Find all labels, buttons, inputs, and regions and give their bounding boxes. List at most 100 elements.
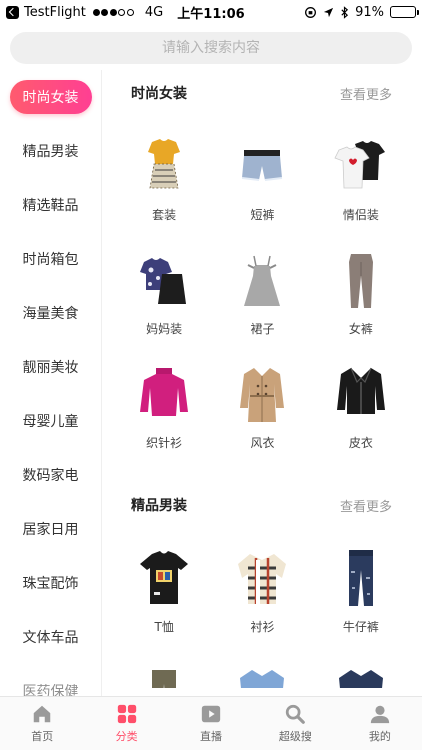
tab-label: 分类: [115, 730, 138, 743]
category-icon: [117, 704, 136, 724]
tab-home[interactable]: 首页: [0, 697, 84, 750]
sidebar-item-label: 珠宝配饰: [22, 576, 79, 592]
subcategory-label: 情侣装: [342, 208, 379, 222]
subcategory-grid-men-more: [103, 642, 422, 688]
mom-outfit-icon: [136, 250, 192, 310]
subcategory-label: 妈妈装: [146, 322, 183, 336]
status-right: 91%: [304, 4, 419, 20]
subcategory-label: 裙子: [250, 322, 275, 336]
sidebar-item-beauty[interactable]: 靓丽美妆: [0, 340, 101, 394]
sidebar-item-label: 文体车品: [22, 630, 79, 646]
sidebar-item-food[interactable]: 海量美食: [0, 286, 101, 340]
sidebar-item-sports-car[interactable]: 文体车品: [0, 610, 101, 664]
trousers-icon: [333, 250, 389, 310]
sidebar-item-jewelry[interactable]: 珠宝配饰: [0, 556, 101, 610]
section-divider: [103, 458, 422, 482]
pants-icon: [136, 662, 192, 688]
subcategory-label: 衬衫: [250, 620, 275, 634]
sidebar-item-digital[interactable]: 数码家电: [0, 448, 101, 502]
subcategory-item-tshirt[interactable]: T恤: [115, 528, 213, 642]
section-title: 时尚女装: [131, 86, 187, 102]
tab-category[interactable]: 分类: [84, 697, 168, 750]
couple-tshirt-icon: [333, 136, 389, 196]
back-app-label[interactable]: TestFlight: [24, 5, 86, 20]
denim-jacket-icon: [234, 662, 290, 688]
subcategory-item-jeans[interactable]: 牛仔裤: [312, 528, 410, 642]
sidebar-item-label: 精品男装: [22, 144, 79, 160]
trench-coat-icon: [234, 364, 290, 424]
shirt-icon: [234, 548, 290, 608]
subcategory-grid-women: 套装 短裤 情侣装 妈妈装 裙子 女裤 织针衫 风衣 皮衣: [103, 116, 422, 458]
subcategory-label: 风衣: [250, 436, 275, 450]
tab-label: 我的: [368, 730, 391, 743]
category-sidebar: 时尚女装 精品男装 精选鞋品 时尚箱包 海量美食 靓丽美妆 母婴儿童 数码家电 …: [0, 70, 102, 696]
subcategory-label: 短裤: [250, 208, 275, 222]
coat-icon: [333, 662, 389, 688]
subcategory-item-pants-partial[interactable]: [115, 642, 213, 688]
section-header-men: 精品男装 查看更多: [103, 482, 422, 528]
shorts-icon: [234, 136, 290, 196]
bottom-tab-bar: 首页 分类 直播 超级搜 我的: [0, 696, 422, 750]
network-type: 4G: [144, 4, 164, 20]
subcategory-item-jacket-partial[interactable]: [213, 642, 311, 688]
battery-percent: 91%: [355, 4, 384, 20]
subcategory-item-shorts[interactable]: 短裤: [213, 116, 311, 230]
sidebar-item-bags[interactable]: 时尚箱包: [0, 232, 101, 286]
search-icon: [286, 704, 306, 724]
sidebar-item-label: 医药保健: [22, 684, 79, 696]
screen: TestFlight 4G 上午11:06 91% 时尚女装 精品男装 精选鞋品…: [0, 0, 422, 750]
sidebar-item-shoes[interactable]: 精选鞋品: [0, 178, 101, 232]
see-more-link[interactable]: 查看更多: [340, 84, 392, 103]
subcategory-item-sweater[interactable]: 织针衫: [115, 344, 213, 458]
battery-icon: [390, 6, 419, 18]
outfit-icon: [136, 136, 192, 196]
tshirt-icon: [136, 548, 192, 608]
home-icon: [33, 705, 51, 723]
sidebar-item-label: 时尚女装: [9, 80, 92, 114]
leather-jacket-icon: [333, 364, 389, 424]
subcategory-item-leather[interactable]: 皮衣: [312, 344, 410, 458]
dress-icon: [234, 250, 290, 310]
subcategory-item-shirt[interactable]: 衬衫: [213, 528, 311, 642]
see-more-link[interactable]: 查看更多: [340, 496, 392, 515]
subcategory-item-couple[interactable]: 情侣装: [312, 116, 410, 230]
search-bar: [10, 32, 412, 64]
sidebar-item-label: 海量美食: [22, 306, 79, 322]
tab-label: 超级搜: [278, 730, 312, 743]
location-arrow-icon: [324, 7, 334, 17]
sidebar-item-fashion-women[interactable]: 时尚女装: [0, 70, 101, 124]
sidebar-item-health[interactable]: 医药保健: [0, 664, 101, 696]
sidebar-item-label: 靓丽美妆: [22, 360, 79, 376]
subcategory-item-trench[interactable]: 风衣: [213, 344, 311, 458]
signal-strength-icon: [92, 8, 134, 16]
subcategory-label: 套装: [152, 208, 177, 222]
status-bar: TestFlight 4G 上午11:06 91%: [0, 0, 422, 24]
subcategory-grid-men: T恤 衬衫 牛仔裤: [103, 528, 422, 642]
live-icon: [201, 705, 221, 723]
sidebar-item-label: 数码家电: [22, 468, 79, 484]
orientation-lock-icon: [305, 6, 317, 18]
tab-label: 直播: [200, 730, 223, 743]
tab-profile[interactable]: 我的: [338, 697, 422, 750]
tab-super-search[interactable]: 超级搜: [253, 697, 337, 750]
sweater-icon: [136, 364, 192, 424]
sidebar-item-label: 居家日用: [22, 522, 79, 538]
subcategory-label: 女裤: [348, 322, 373, 336]
back-arrow-icon[interactable]: [6, 5, 19, 19]
status-left: TestFlight 4G: [6, 5, 163, 20]
bluetooth-icon: [341, 5, 349, 19]
subcategory-item-coat-partial[interactable]: [312, 642, 410, 688]
tab-live[interactable]: 直播: [169, 697, 253, 750]
subcategory-item-trousers[interactable]: 女裤: [312, 230, 410, 344]
profile-icon: [370, 705, 389, 724]
subcategory-item-mom[interactable]: 妈妈装: [115, 230, 213, 344]
subcategory-label: 织针衫: [146, 436, 183, 450]
sidebar-item-home[interactable]: 居家日用: [0, 502, 101, 556]
search-input[interactable]: [10, 32, 412, 64]
section-title: 精品男装: [131, 498, 187, 514]
subcategory-item-outfit[interactable]: 套装: [115, 116, 213, 230]
subcategory-label: 牛仔裤: [342, 620, 379, 634]
subcategory-item-dress[interactable]: 裙子: [213, 230, 311, 344]
sidebar-item-baby[interactable]: 母婴儿童: [0, 394, 101, 448]
sidebar-item-men[interactable]: 精品男装: [0, 124, 101, 178]
